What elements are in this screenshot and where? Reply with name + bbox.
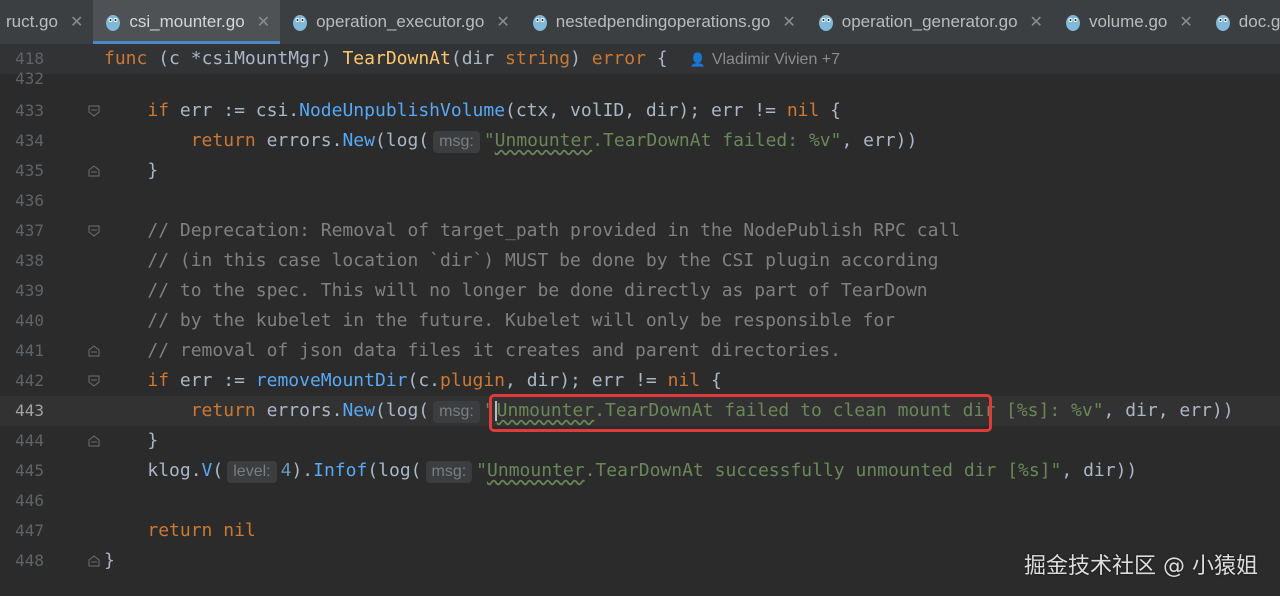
line-number: 443 — [15, 401, 44, 420]
tab-doc-go[interactable]: doc.go — [1203, 0, 1280, 44]
close-icon[interactable]: ✕ — [1179, 12, 1192, 32]
tab-label: nestedpendingoperations.go — [555, 12, 771, 31]
code-line: 447 return nil — [0, 516, 1280, 546]
editor-tab-bar: ruct.go ✕ csi_mounter.go ✕ operation_exe… — [0, 0, 1280, 45]
go-file-icon — [1065, 15, 1080, 31]
code-line: 433 if err := csi.NodeUnpublishVolume(ct… — [0, 96, 1280, 126]
go-file-icon — [532, 15, 547, 31]
go-file-icon — [1215, 15, 1230, 31]
line-number: 434 — [15, 131, 44, 150]
line-number: 445 — [15, 461, 44, 480]
line-number: 440 — [15, 311, 44, 330]
tab-nestedpendingoperations-go[interactable]: nestedpendingoperations.go ✕ — [520, 0, 806, 44]
line-number: 448 — [15, 551, 44, 570]
tab-label: ruct.go — [6, 12, 58, 31]
fold-icon[interactable] — [88, 555, 100, 567]
red-highlight-annotation — [489, 394, 992, 432]
close-icon[interactable]: ✕ — [1030, 12, 1043, 32]
fold-icon[interactable] — [88, 225, 100, 237]
param-hint: msg: — [433, 131, 480, 153]
code-line: 437 // Deprecation: Removal of target_pa… — [0, 216, 1280, 246]
code-line: 440 // by the kubelet in the future. Kub… — [0, 306, 1280, 336]
author-annotation[interactable]: 👤 Vladimir Vivien +7 — [690, 51, 840, 68]
line-number: 436 — [15, 191, 44, 210]
code-line: 441 // removal of json data files it cre… — [0, 336, 1280, 366]
line-number: 433 — [15, 101, 44, 120]
tab-volume-go[interactable]: volume.go ✕ — [1053, 0, 1203, 44]
line-number: 435 — [15, 161, 44, 180]
tab-label: volume.go — [1088, 12, 1168, 31]
close-icon[interactable]: ✕ — [257, 12, 270, 32]
close-icon[interactable]: ✕ — [496, 12, 509, 32]
go-file-icon — [106, 15, 121, 31]
fold-icon[interactable] — [88, 435, 100, 447]
fold-icon[interactable] — [88, 345, 100, 357]
close-icon[interactable]: ✕ — [782, 12, 795, 32]
line-number: 442 — [15, 371, 44, 390]
line-number: 446 — [15, 491, 44, 510]
param-hint: msg: — [425, 461, 473, 483]
line-number: 441 — [15, 341, 44, 360]
code-line: 434 return errors.New(log(msg: "Unmounter… — [0, 126, 1280, 156]
line-number: 439 — [15, 281, 44, 300]
fold-icon[interactable] — [88, 375, 100, 387]
person-icon: 👤 — [689, 52, 706, 67]
param-hint: msg: — [433, 401, 480, 423]
code-line: 445 klog.V(level: 4).Infof(log(msg: "Unmou… — [0, 456, 1280, 486]
tab-csi-mounter-go[interactable]: csi_mounter.go ✕ — [93, 0, 281, 44]
code-line: 432 — [0, 70, 1280, 88]
tab-label: operation_executor.go — [316, 12, 485, 31]
tab-operation-executor-go[interactable]: operation_executor.go ✕ — [280, 0, 520, 44]
code-editor[interactable]: 432 433 if err := csi.NodeUnpublishVolum… — [0, 70, 1280, 596]
tab-label: doc.go — [1238, 12, 1280, 31]
go-file-icon — [293, 15, 308, 31]
close-icon[interactable]: ✕ — [70, 12, 83, 32]
code-line: 436 — [0, 186, 1280, 216]
code-line: 435 } — [0, 156, 1280, 186]
line-number: 438 — [15, 251, 44, 270]
fold-icon[interactable] — [88, 105, 100, 117]
line-number: 444 — [15, 431, 44, 450]
param-hint: level: — [227, 461, 277, 483]
tab-operation-generator-go[interactable]: operation_generator.go ✕ — [806, 0, 1053, 44]
tab-label: csi_mounter.go — [129, 12, 245, 31]
fold-icon[interactable] — [88, 165, 100, 177]
line-number: 437 — [15, 221, 44, 240]
tab-struct-go[interactable]: ruct.go ✕ — [0, 0, 93, 44]
tab-label: operation_generator.go — [841, 12, 1018, 31]
code-line: 446 — [0, 486, 1280, 516]
code-line: 438 // (in this case location `dir`) MUS… — [0, 246, 1280, 276]
code-line: 439 // to the spec. This will no longer … — [0, 276, 1280, 306]
watermark: 掘金技术社区 @ 小猿姐 — [1024, 554, 1258, 579]
line-number: 432 — [15, 70, 44, 88]
go-file-icon — [818, 15, 833, 31]
line-number: 447 — [15, 521, 44, 540]
code-line: 442 if err := removeMountDir(c.plugin, d… — [0, 366, 1280, 396]
